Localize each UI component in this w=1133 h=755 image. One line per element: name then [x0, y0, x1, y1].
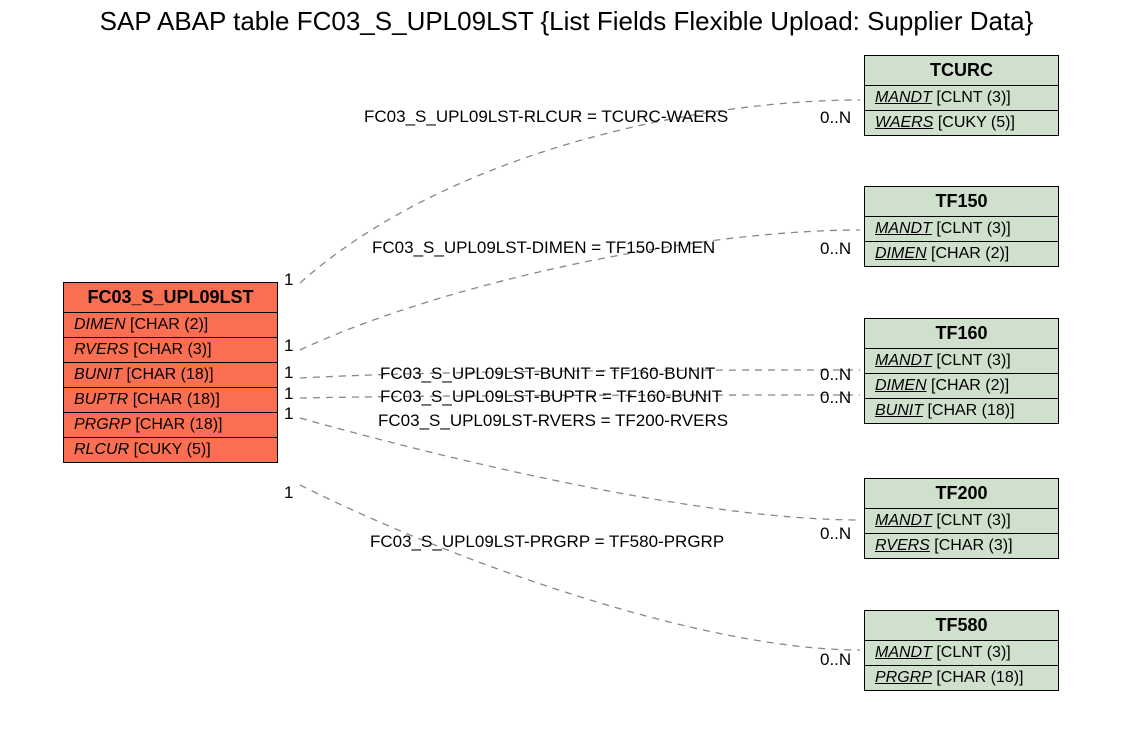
entity-header: TCURC: [865, 56, 1058, 86]
entity-field: MANDT [CLNT (3)]: [865, 217, 1058, 242]
entity-tcurc: TCURC MANDT [CLNT (3)] WAERS [CUKY (5)]: [864, 55, 1059, 136]
cardinality-right: 0..N: [820, 650, 851, 670]
entity-header: TF580: [865, 611, 1058, 641]
cardinality-left: 1: [284, 270, 293, 290]
cardinality-left: 1: [284, 336, 293, 356]
cardinality-left: 1: [284, 363, 293, 383]
entity-header: TF200: [865, 479, 1058, 509]
cardinality-left: 1: [284, 384, 293, 404]
edge-label: FC03_S_UPL09LST-RLCUR = TCURC-WAERS: [364, 107, 728, 127]
cardinality-right: 0..N: [820, 239, 851, 259]
entity-main-field: BUNIT [CHAR (18)]: [64, 363, 277, 388]
edge-label: FC03_S_UPL09LST-BUPTR = TF160-BUNIT: [380, 387, 722, 407]
entity-field: WAERS [CUKY (5)]: [865, 111, 1058, 135]
entity-field: MANDT [CLNT (3)]: [865, 86, 1058, 111]
cardinality-right: 0..N: [820, 524, 851, 544]
entity-main-field: RLCUR [CUKY (5)]: [64, 438, 277, 462]
page-title: SAP ABAP table FC03_S_UPL09LST {List Fie…: [0, 6, 1133, 37]
entity-main-field: RVERS [CHAR (3)]: [64, 338, 277, 363]
entity-field: BUNIT [CHAR (18)]: [865, 399, 1058, 423]
cardinality-right: 0..N: [820, 108, 851, 128]
edge-label: FC03_S_UPL09LST-PRGRP = TF580-PRGRP: [370, 532, 724, 552]
cardinality-left: 1: [284, 404, 293, 424]
entity-main-field: BUPTR [CHAR (18)]: [64, 388, 277, 413]
entity-field: MANDT [CLNT (3)]: [865, 349, 1058, 374]
entity-main-field: PRGRP [CHAR (18)]: [64, 413, 277, 438]
entity-main-field: DIMEN [CHAR (2)]: [64, 313, 277, 338]
entity-tf200: TF200 MANDT [CLNT (3)] RVERS [CHAR (3)]: [864, 478, 1059, 559]
entity-field: RVERS [CHAR (3)]: [865, 534, 1058, 558]
entity-header: TF150: [865, 187, 1058, 217]
entity-header: TF160: [865, 319, 1058, 349]
entity-field: MANDT [CLNT (3)]: [865, 641, 1058, 666]
entity-field: DIMEN [CHAR (2)]: [865, 242, 1058, 266]
entity-field: MANDT [CLNT (3)]: [865, 509, 1058, 534]
entity-tf160: TF160 MANDT [CLNT (3)] DIMEN [CHAR (2)] …: [864, 318, 1059, 424]
edge-label: FC03_S_UPL09LST-RVERS = TF200-RVERS: [378, 411, 728, 431]
entity-field: PRGRP [CHAR (18)]: [865, 666, 1058, 690]
cardinality-right: 0..N: [820, 388, 851, 408]
entity-tf150: TF150 MANDT [CLNT (3)] DIMEN [CHAR (2)]: [864, 186, 1059, 267]
entity-main-header: FC03_S_UPL09LST: [64, 283, 277, 313]
entity-tf580: TF580 MANDT [CLNT (3)] PRGRP [CHAR (18)]: [864, 610, 1059, 691]
entity-main: FC03_S_UPL09LST DIMEN [CHAR (2)] RVERS […: [63, 282, 278, 463]
edge-label: FC03_S_UPL09LST-BUNIT = TF160-BUNIT: [380, 364, 715, 384]
edge-label: FC03_S_UPL09LST-DIMEN = TF150-DIMEN: [372, 238, 715, 258]
cardinality-right: 0..N: [820, 365, 851, 385]
cardinality-left: 1: [284, 483, 293, 503]
entity-field: DIMEN [CHAR (2)]: [865, 374, 1058, 399]
